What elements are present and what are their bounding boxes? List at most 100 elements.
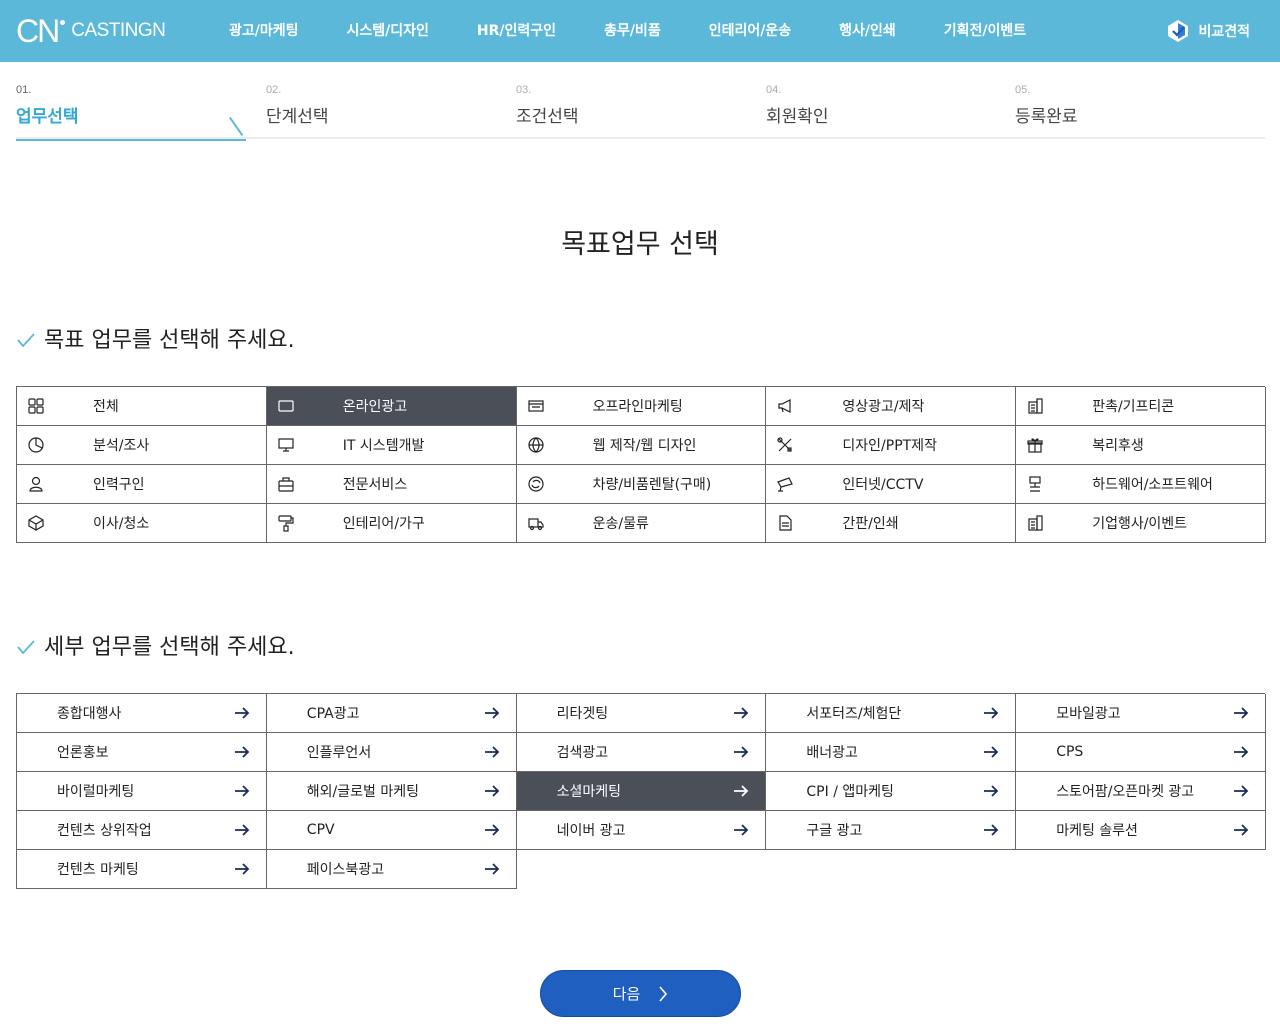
- gift-icon: [1027, 438, 1043, 453]
- next-button[interactable]: 다음: [540, 970, 741, 1017]
- category-item[interactable]: 하드웨어/소프트웨어: [1016, 465, 1266, 504]
- category-item[interactable]: 기업행사/이벤트: [1016, 504, 1266, 543]
- detail-task-item[interactable]: 스토어팜/오픈마켓 광고: [1016, 772, 1266, 811]
- detail-task-label: 바이럴마케팅: [57, 784, 135, 800]
- detail-task-item[interactable]: 네이버 광고: [516, 811, 767, 850]
- nav-item-hr[interactable]: HR/인력구인: [453, 0, 580, 62]
- detail-task-item[interactable]: 페이스북광고: [266, 850, 517, 889]
- category-label: 차량/비품렌탈(구매): [592, 477, 712, 493]
- step-number: 05.: [1015, 84, 1031, 96]
- step-3: 03. 조건선택: [516, 84, 746, 139]
- category-item[interactable]: 차량/비품렌탈(구매): [516, 465, 767, 504]
- nav-item-system-design[interactable]: 시스템/디자인: [323, 0, 453, 62]
- category-label: 온라인광고: [342, 399, 408, 415]
- category-item[interactable]: 웹 제작/웹 디자인: [516, 426, 767, 465]
- detail-task-label: 페이스북광고: [306, 862, 385, 878]
- detail-task-label: 모바일광고: [1056, 706, 1121, 722]
- svg-text:AD: AD: [282, 405, 289, 411]
- checkmark-icon: [17, 640, 35, 655]
- category-item[interactable]: 간판/인쇄: [766, 504, 1017, 543]
- detail-task-label: 종합대행사: [57, 706, 122, 722]
- section-title-target-task: 목표 업무를 선택해 주세요.: [16, 322, 295, 354]
- detail-task-item[interactable]: 구글 광고: [766, 811, 1017, 850]
- category-item[interactable]: 이사/청소: [17, 504, 267, 543]
- person-icon-wrapper: [27, 475, 45, 493]
- nav-item-general-affairs[interactable]: 총무/비품: [580, 0, 685, 62]
- step-label: 조건선택: [516, 107, 579, 127]
- box-icon-wrapper: [27, 514, 45, 532]
- detail-task-item[interactable]: 배너광고: [766, 733, 1017, 772]
- detail-task-item[interactable]: 컨텐츠 마케팅: [17, 850, 267, 889]
- arrow-right-icon: [1233, 785, 1249, 797]
- detail-task-label: 스토어팜/오픈마켓 광고: [1056, 784, 1195, 800]
- category-item[interactable]: 오프라인마케팅: [516, 387, 767, 426]
- detail-task-item[interactable]: CPI / 앱마케팅: [766, 772, 1017, 811]
- nav-item-event-print[interactable]: 행사/인쇄: [815, 0, 920, 62]
- detail-task-item[interactable]: 인플루언서: [266, 733, 517, 772]
- detail-task-label: 서포터즈/체험단: [806, 706, 902, 722]
- detail-task-item[interactable]: 바이럴마케팅: [17, 772, 267, 811]
- arrow-right-icon: [984, 707, 999, 719]
- detail-task-label: 언론홍보: [57, 745, 109, 761]
- paint-roller-icon-wrapper: [277, 514, 295, 532]
- arrow-right-icon: [484, 863, 499, 875]
- category-item[interactable]: 디자인/PPT제작: [766, 426, 1017, 465]
- detail-task-grid: 종합대행사 CPA광고 리타겟팅 서포터즈/체험단 모바일광고언론홍보 인플루언서 검색광고…: [16, 693, 1266, 889]
- category-item[interactable]: IT 시스템개발: [266, 426, 517, 465]
- nav-item-ad-marketing[interactable]: 광고/마케팅: [205, 0, 323, 62]
- category-item[interactable]: 인력구인: [17, 465, 267, 504]
- detail-task-item[interactable]: 소셜마케팅: [516, 772, 767, 811]
- arrow-right-icon: [484, 824, 499, 836]
- detail-task-item[interactable]: 언론홍보: [17, 733, 267, 772]
- detail-task-item[interactable]: CPS: [1016, 733, 1266, 772]
- megaphone-icon: [778, 399, 791, 413]
- category-item[interactable]: 복리후생: [1016, 426, 1266, 465]
- detail-task-item[interactable]: 모바일광고: [1016, 694, 1266, 733]
- grid-icon-wrapper: [27, 397, 45, 415]
- detail-task-item[interactable]: CPV: [266, 811, 517, 850]
- category-label: 디자인/PPT제작: [842, 438, 937, 454]
- store-icon: [527, 400, 544, 412]
- category-item[interactable]: 운송/물류: [516, 504, 767, 543]
- nav-item-exhibition-event[interactable]: 기획전/이벤트: [920, 0, 1050, 62]
- category-label: 분석/조사: [93, 438, 150, 454]
- detail-task-item[interactable]: 컨텐츠 상위작업: [17, 811, 267, 850]
- detail-task-item[interactable]: 검색광고: [516, 733, 767, 772]
- category-item[interactable]: 판촉/기프티콘: [1016, 387, 1266, 426]
- category-label: 간판/인쇄: [842, 516, 899, 532]
- detail-task-item[interactable]: 리타겟팅: [516, 694, 767, 733]
- detail-task-item[interactable]: 서포터즈/체험단: [766, 694, 1017, 733]
- category-item[interactable]: 전체: [17, 387, 267, 426]
- category-item[interactable]: 인터넷/CCTV: [766, 465, 1017, 504]
- category-item[interactable]: 인테리어/가구: [266, 504, 517, 543]
- arrow-right-icon: [1233, 707, 1249, 719]
- category-item[interactable]: 전문서비스: [266, 465, 517, 504]
- step-number: 01.: [16, 84, 32, 96]
- detail-task-label: CPS: [1056, 744, 1084, 760]
- category-item[interactable]: 영상광고/제작: [766, 387, 1017, 426]
- nav-item-interior-transport[interactable]: 인테리어/운송: [685, 0, 815, 62]
- arrow-right-icon: [984, 785, 999, 797]
- truck-icon: [527, 518, 544, 531]
- category-item[interactable]: 분석/조사: [17, 426, 267, 465]
- compare-badge-icon: [1168, 20, 1189, 42]
- arrow-right-icon: [734, 707, 749, 719]
- castingn-logo[interactable]: CN CASTINGN: [16, 12, 166, 50]
- arrow-right-icon: [734, 746, 749, 758]
- main-nav: 광고/마케팅 시스템/디자인 HR/인력구인 총무/비품 인테리어/운송 행사/…: [205, 0, 1050, 62]
- ad-icon-wrapper: AD: [277, 397, 295, 415]
- detail-task-item[interactable]: 해외/글로벌 마케팅: [266, 772, 517, 811]
- step-label: 업무선택: [16, 107, 79, 127]
- detail-task-label: CPA광고: [306, 706, 360, 722]
- logo-dot: [60, 19, 66, 25]
- pie-chart-icon: [28, 437, 44, 453]
- top-header: CN CASTINGN 광고/마케팅 시스템/디자인 HR/인력구인 총무/비품…: [0, 0, 1280, 62]
- category-label: 운송/물류: [592, 516, 649, 532]
- compare-quote-button[interactable]: 비교견적: [1166, 0, 1250, 62]
- detail-task-label: 해외/글로벌 마케팅: [306, 784, 420, 800]
- detail-task-item[interactable]: 마케팅 솔루션: [1016, 811, 1266, 850]
- category-item[interactable]: AD 온라인광고: [266, 387, 517, 426]
- detail-task-item[interactable]: CPA광고: [266, 694, 517, 733]
- detail-task-item[interactable]: 종합대행사: [17, 694, 267, 733]
- arrow-right-icon: [984, 746, 999, 758]
